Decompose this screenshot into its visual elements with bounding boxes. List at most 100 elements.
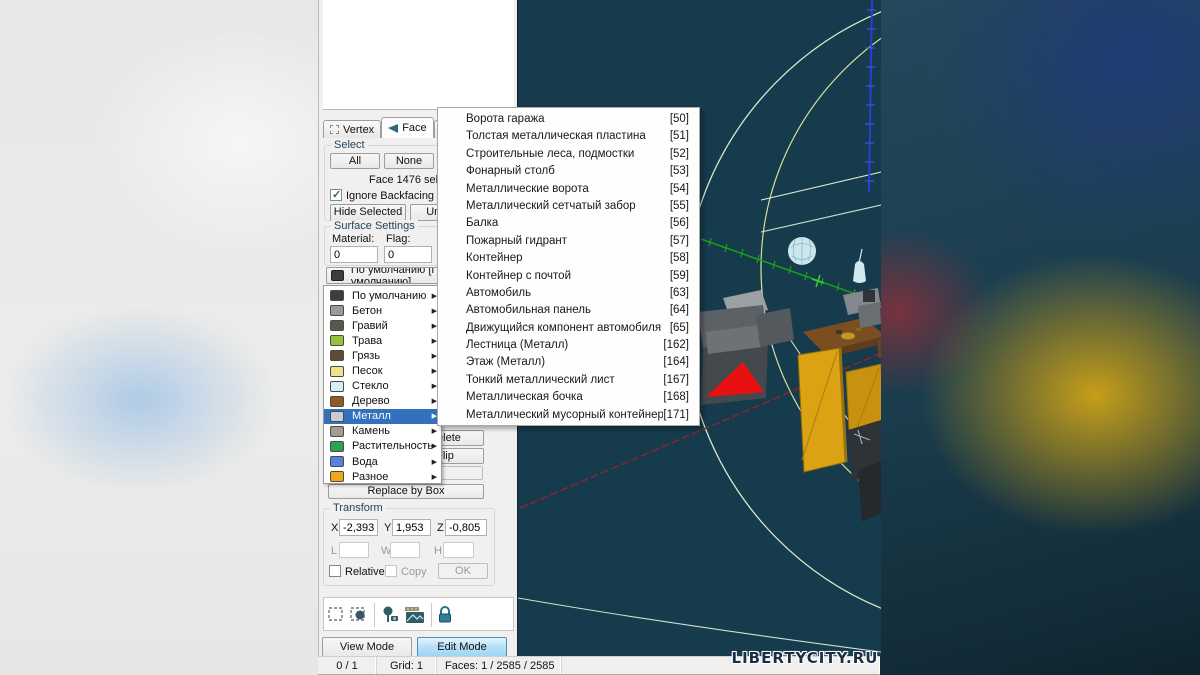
- material-menu-item[interactable]: Камень ▶: [324, 424, 441, 439]
- view-mode-button[interactable]: View Mode: [322, 637, 412, 657]
- material-color-swatch-icon: [330, 320, 344, 331]
- submenu-item[interactable]: Автомобиль [63]: [438, 285, 699, 302]
- copy-checkbox[interactable]: [385, 565, 397, 577]
- submenu-item-id: [55]: [670, 198, 689, 215]
- material-color-swatch-icon: [330, 350, 344, 361]
- hide-selected-button[interactable]: Hide Selected: [330, 204, 406, 221]
- submenu-item-id: [54]: [670, 181, 689, 198]
- submenu-item[interactable]: Металлический сетчатый забор [55]: [438, 198, 699, 215]
- submenu-item-id: [171]: [663, 407, 689, 424]
- material-color-swatch-icon: [330, 471, 344, 482]
- z-label: Z: [437, 522, 444, 534]
- material-color-swatch-icon: [330, 381, 344, 392]
- material-menu-item-label: Вода: [352, 456, 432, 468]
- submenu-item[interactable]: Контейнер с почтой [59]: [438, 268, 699, 285]
- h-label: H: [434, 545, 442, 557]
- material-swatch-icon: [331, 270, 344, 281]
- material-menu-item-label: Песок: [352, 365, 432, 377]
- material-menu-item-label: Дерево: [352, 395, 432, 407]
- transform-title: Transform: [330, 502, 386, 514]
- submenu-arrow-icon: ▶: [432, 473, 437, 481]
- material-menu-item[interactable]: Бетон ▶: [324, 303, 441, 318]
- submenu-item[interactable]: Тонкий металлический лист [167]: [438, 372, 699, 389]
- submenu-item[interactable]: Металлическая бочка [168]: [438, 389, 699, 406]
- submenu-item[interactable]: Толстая металлическая пластина [51]: [438, 128, 699, 145]
- l-input[interactable]: [339, 542, 369, 558]
- ok-button[interactable]: OK: [438, 563, 488, 579]
- transform-group: Transform X Y Z L W H Relative Copy OK: [323, 508, 495, 586]
- lock-icon[interactable]: [437, 606, 453, 624]
- material-menu-item[interactable]: Песок ▶: [324, 363, 441, 378]
- material-menu-item-label: Стекло: [352, 380, 432, 392]
- submenu-item[interactable]: Лестница (Металл) [162]: [438, 337, 699, 354]
- submenu-item[interactable]: Металлические ворота [54]: [438, 181, 699, 198]
- blurred-backdrop-left: [0, 0, 318, 675]
- submenu-item[interactable]: Ворота гаража [50]: [438, 111, 699, 128]
- submenu-item-label: Контейнер с почтой: [466, 268, 670, 285]
- material-menu-item-label: Разное: [352, 471, 432, 483]
- z-input[interactable]: [445, 519, 487, 536]
- submenu-item-label: Ворота гаража: [466, 111, 670, 128]
- screenshot-root: Vertex Face Sp Select All None Face 1476…: [0, 0, 1200, 675]
- submenu-item[interactable]: Пожарный гидрант [57]: [438, 233, 699, 250]
- edit-mode-button[interactable]: Edit Mode: [417, 637, 507, 657]
- submenu-item-label: Металлические ворота: [466, 181, 670, 198]
- material-menu-item[interactable]: Грязь ▶: [324, 348, 441, 363]
- material-menu-item[interactable]: Трава ▶: [324, 333, 441, 348]
- material-menu-item[interactable]: Разное ▶: [324, 469, 441, 484]
- submenu-item-id: [59]: [670, 268, 689, 285]
- submenu-item[interactable]: Движущийся компонент автомобиля [65]: [438, 320, 699, 337]
- x-input[interactable]: [339, 519, 378, 536]
- object-select-icon[interactable]: [350, 606, 368, 622]
- tab-face[interactable]: Face: [381, 117, 433, 138]
- flag-input[interactable]: [384, 246, 432, 263]
- submenu-item-id: [168]: [663, 389, 689, 406]
- select-all-button[interactable]: All: [330, 153, 380, 169]
- select-none-button[interactable]: None: [384, 153, 434, 169]
- submenu-item[interactable]: Этаж (Металл) [164]: [438, 354, 699, 371]
- submenu-item-label: Движущийся компонент автомобиля: [466, 320, 670, 337]
- submenu-item[interactable]: Автомобильная панель [64]: [438, 302, 699, 319]
- ignore-backfacing-checkbox[interactable]: [330, 189, 342, 201]
- submenu-arrow-icon: ▶: [432, 427, 437, 435]
- submenu-item[interactable]: Балка [56]: [438, 215, 699, 232]
- h-input[interactable]: [443, 542, 474, 558]
- material-menu-item[interactable]: Вода ▶: [324, 454, 441, 469]
- face-icon: [388, 124, 398, 133]
- material-input[interactable]: [330, 246, 378, 263]
- status-faces: Faces: 1 / 2585 / 2585: [437, 657, 562, 674]
- marquee-select-icon[interactable]: [328, 606, 344, 622]
- submenu-item-label: Автомобиль: [466, 285, 670, 302]
- y-input[interactable]: [392, 519, 431, 536]
- submenu-item[interactable]: Фонарный столб [53]: [438, 163, 699, 180]
- submenu-item[interactable]: Контейнер [58]: [438, 250, 699, 267]
- material-menu-item[interactable]: Стекло ▶: [324, 379, 441, 394]
- material-color-swatch-icon: [330, 456, 344, 467]
- submenu-item-id: [50]: [670, 111, 689, 128]
- replace-by-box-button[interactable]: Replace by Box: [328, 484, 484, 499]
- material-color-swatch-icon: [330, 290, 344, 301]
- submenu-item-id: [162]: [663, 337, 689, 354]
- vegetation-icon[interactable]: [380, 606, 402, 624]
- material-menu-item[interactable]: Металл ▶: [324, 409, 441, 424]
- material-menu-item[interactable]: Растительность ▶: [324, 439, 441, 454]
- viewport-toolbar: [323, 597, 514, 631]
- material-menu-item[interactable]: По умолчанию ▶: [324, 288, 441, 303]
- submenu-item-label: Этаж (Металл): [466, 354, 663, 371]
- relative-checkbox[interactable]: [329, 565, 341, 577]
- tab-vertex[interactable]: Vertex: [323, 120, 381, 138]
- empty-list-area[interactable]: [323, 0, 514, 110]
- material-menu-item[interactable]: Дерево ▶: [324, 394, 441, 409]
- submenu-item-label: Тонкий металлический лист: [466, 372, 663, 389]
- submenu-item[interactable]: Строительные леса, подмостки [52]: [438, 146, 699, 163]
- w-input[interactable]: [390, 542, 420, 558]
- submenu-item[interactable]: Металлический мусорный контейнер [171]: [438, 407, 699, 424]
- material-menu-item-label: Камень: [352, 425, 432, 437]
- texture-view-icon[interactable]: [404, 606, 428, 624]
- relative-label: Relative: [345, 566, 385, 578]
- material-menu-item[interactable]: Гравий ▶: [324, 318, 441, 333]
- y-label: Y: [384, 522, 391, 534]
- material-color-swatch-icon: [330, 396, 344, 407]
- x-label: X: [331, 522, 338, 534]
- material-menu-item-label: Бетон: [352, 305, 432, 317]
